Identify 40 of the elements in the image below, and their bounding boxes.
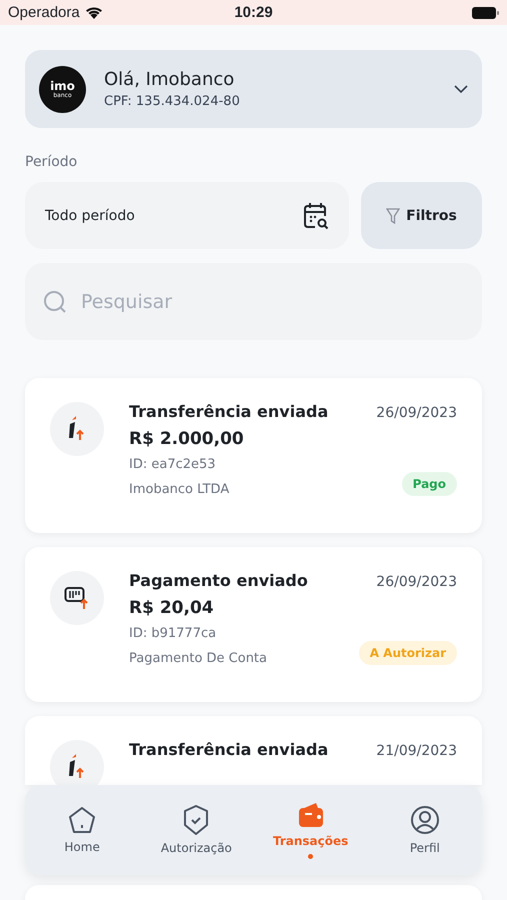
cpf-number: CPF: 135.434.024-80 [104, 94, 241, 109]
status-badge: A Autorizar [358, 640, 457, 664]
transaction-amount: R$ 20,04 [129, 598, 215, 618]
shield-check-icon [183, 805, 210, 835]
home-icon [68, 806, 96, 834]
transaction-description: Imobanco LTDA [129, 482, 230, 497]
nav-tab[interactable]: Home [25, 806, 140, 854]
period-label: Período [25, 154, 78, 170]
nav-tab[interactable]: Autorização [139, 805, 254, 855]
nav-tab[interactable]: Perfil [368, 805, 482, 855]
transaction-date: 26/09/2023 [376, 405, 457, 421]
chevron-down-icon [454, 85, 468, 93]
transaction-title: Pagamento enviado [129, 571, 308, 590]
transaction-date: 21/09/2023 [376, 743, 457, 759]
carrier-name: Operadora [8, 4, 80, 21]
clock-time: 10:29 [233, 4, 274, 21]
status-badge: Pago [402, 472, 457, 496]
wallet-icon [298, 802, 324, 828]
search-icon [43, 290, 67, 314]
calendar-search-icon [303, 202, 329, 230]
search-input[interactable]: Pesquisar [81, 263, 464, 340]
transaction-amount: R$ 2.000,00 [129, 429, 245, 449]
transaction-description: Pagamento De Conta [129, 651, 267, 666]
search-bar[interactable]: Pesquisar [25, 263, 482, 340]
transaction-title: Transferência enviada [129, 740, 328, 759]
transaction-id: ID: b91777ca [129, 626, 218, 641]
transaction-card[interactable]: Transferência enviada 21/09/2023 [25, 716, 482, 785]
barcode-upload-icon [64, 586, 90, 610]
user-icon [410, 805, 440, 835]
transaction-date: 26/09/2023 [376, 574, 457, 590]
greeting: Olá, Imobanco [104, 69, 236, 90]
transaction-id: ID: ea7c2e53 [129, 457, 217, 472]
transaction-card[interactable]: Pagamento enviado 26/09/2023 R$ 20,04 ID: b91777ca Pagamento De Conta A Autorizar [25, 547, 482, 702]
filter-icon [386, 208, 400, 224]
period-field[interactable]: Todo período [25, 182, 349, 249]
battery-icon [472, 6, 500, 18]
filter-button[interactable]: Filtros [361, 182, 482, 249]
transaction-card[interactable]: Transferência enviada 26/09/2023 R$ 2.000,00 ID: ea7c2e53 Imobanco LTDA Pago [25, 378, 482, 533]
wifi-icon [84, 6, 103, 19]
transaction-title: Transferência enviada [129, 402, 328, 421]
